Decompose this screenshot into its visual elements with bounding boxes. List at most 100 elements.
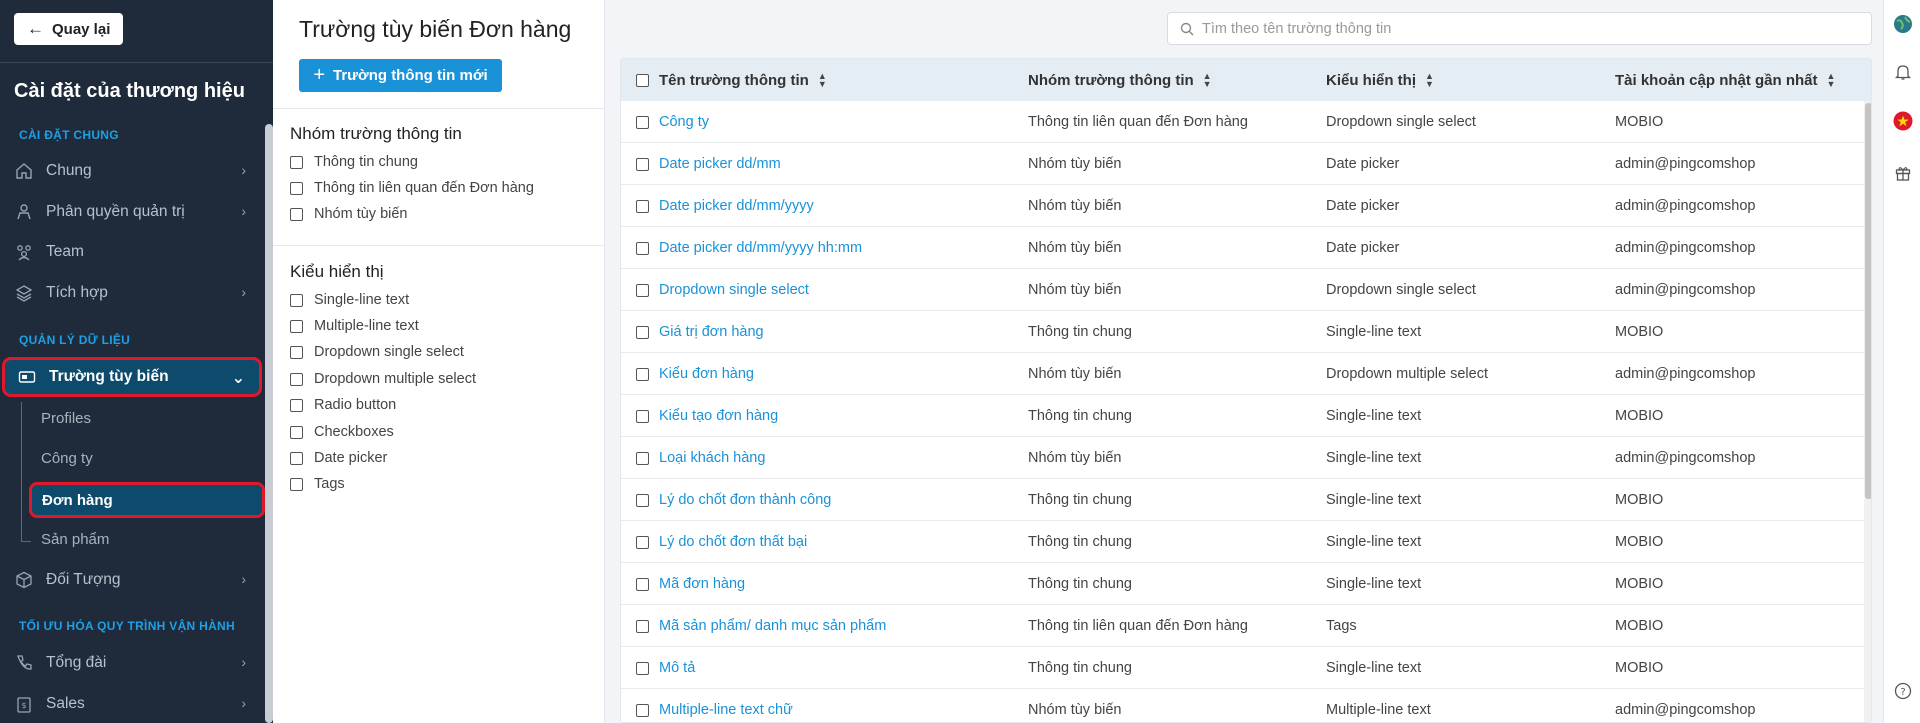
- checkbox[interactable]: [290, 319, 303, 333]
- display-option[interactable]: Dropdown multiple select: [290, 371, 476, 387]
- scrollbar-thumb[interactable]: [1865, 103, 1871, 499]
- row-checkbox[interactable]: [636, 158, 649, 171]
- vietnam-flag-icon[interactable]: [1893, 111, 1913, 131]
- row-checkbox[interactable]: [636, 242, 649, 255]
- checkbox[interactable]: [290, 451, 303, 465]
- table-row[interactable]: Date picker dd/mm/yyyy Nhóm tùy biến Date …: [621, 185, 1864, 227]
- row-checkbox[interactable]: [636, 578, 649, 591]
- sort-icon[interactable]: ▲ ▼: [818, 72, 827, 89]
- row-checkbox[interactable]: [636, 368, 649, 381]
- back-button[interactable]: ← Quay lại: [14, 13, 123, 45]
- field-name-link[interactable]: Date picker dd/mm/yyyy: [659, 185, 814, 227]
- checkbox[interactable]: [290, 425, 303, 439]
- field-name-link[interactable]: Mô tả: [659, 647, 695, 689]
- table-row[interactable]: Multiple-line text chữ Nhóm tùy biến Multi…: [621, 689, 1864, 722]
- sidebar-item-truong-tuy-bien[interactable]: Trường tùy biến ⌄: [2, 357, 262, 397]
- group-option[interactable]: Thông tin liên quan đến Đơn hàng: [290, 180, 534, 196]
- sidebar-subitem-san-pham[interactable]: Sản phẩm: [41, 523, 262, 555]
- row-checkbox[interactable]: [636, 620, 649, 633]
- table-row[interactable]: Mã sản phẩm/ danh mục sản phẩm Thông tin …: [621, 605, 1864, 647]
- row-checkbox[interactable]: [636, 662, 649, 675]
- sidebar-item-team[interactable]: Team: [0, 234, 264, 270]
- new-field-button[interactable]: + Trường thông tin mới: [299, 59, 502, 92]
- row-checkbox[interactable]: [636, 200, 649, 213]
- sidebar-item-sales[interactable]: $ Sales ›: [0, 686, 264, 722]
- row-checkbox[interactable]: [636, 284, 649, 297]
- field-name-link[interactable]: Kiểu tạo đơn hàng: [659, 395, 778, 437]
- globe-icon[interactable]: [1893, 14, 1913, 34]
- row-checkbox[interactable]: [636, 452, 649, 465]
- field-name-link[interactable]: Lý do chốt đơn thất bại: [659, 521, 807, 563]
- field-name-link[interactable]: Công ty: [659, 101, 709, 143]
- field-name-link[interactable]: Dropdown single select: [659, 269, 809, 311]
- row-checkbox[interactable]: [636, 116, 649, 129]
- checkbox[interactable]: [290, 372, 303, 386]
- table-row[interactable]: Dropdown single select Nhóm tùy biến Dropd…: [621, 269, 1864, 311]
- table-row[interactable]: Mã đơn hàng Thông tin chung Single-line te…: [621, 563, 1864, 605]
- column-header-name[interactable]: Tên trường thông tin ▲ ▼: [659, 59, 827, 101]
- field-name-link[interactable]: Mã đơn hàng: [659, 563, 745, 605]
- gift-icon[interactable]: [1893, 163, 1913, 183]
- display-option[interactable]: Radio button: [290, 397, 396, 413]
- sort-icon[interactable]: ▲ ▼: [1425, 72, 1434, 89]
- field-name-link[interactable]: Loại khách hàng: [659, 437, 765, 479]
- column-header-group[interactable]: Nhóm trường thông tin ▲ ▼: [1028, 59, 1212, 101]
- checkbox[interactable]: [290, 207, 303, 221]
- checkbox[interactable]: [290, 477, 303, 491]
- table-row[interactable]: Date picker dd/mm Nhóm tùy biến Date picke…: [621, 143, 1864, 185]
- display-option[interactable]: Date picker: [290, 450, 387, 466]
- checkbox[interactable]: [290, 345, 303, 359]
- field-name-link[interactable]: Multiple-line text chữ: [659, 689, 793, 722]
- bell-icon[interactable]: [1893, 62, 1913, 82]
- search-input[interactable]: Tìm theo tên trường thông tin: [1167, 12, 1872, 45]
- sidebar-scrollbar[interactable]: [265, 124, 273, 723]
- help-icon[interactable]: ?: [1893, 681, 1913, 701]
- field-name-link[interactable]: Date picker dd/mm: [659, 143, 781, 185]
- row-checkbox[interactable]: [636, 536, 649, 549]
- sort-icon[interactable]: ▲ ▼: [1203, 72, 1212, 89]
- checkbox[interactable]: [290, 293, 303, 307]
- sidebar-subitem-don-hang[interactable]: Đơn hàng: [29, 482, 265, 518]
- group-option[interactable]: Nhóm tùy biến: [290, 206, 408, 222]
- display-option[interactable]: Single-line text: [290, 292, 409, 308]
- field-name-link[interactable]: Mã sản phẩm/ danh mục sản phẩm: [659, 605, 886, 647]
- row-checkbox[interactable]: [636, 704, 649, 717]
- row-checkbox[interactable]: [636, 410, 649, 423]
- field-name-link[interactable]: Date picker dd/mm/yyyy hh:mm: [659, 227, 862, 269]
- select-all-checkbox[interactable]: [636, 74, 649, 87]
- row-checkbox[interactable]: [636, 494, 649, 507]
- checkbox[interactable]: [290, 155, 303, 169]
- table-row[interactable]: Lý do chốt đơn thành công Thông tin chung…: [621, 479, 1864, 521]
- sidebar-subitem-cong-ty[interactable]: Công ty: [41, 442, 262, 474]
- sidebar-subitem-profiles[interactable]: Profiles: [41, 402, 262, 434]
- display-option[interactable]: Checkboxes: [290, 424, 394, 440]
- table-row[interactable]: Kiểu đơn hàng Nhóm tùy biến Dropdown multi…: [621, 353, 1864, 395]
- table-scrollbar[interactable]: [1864, 101, 1871, 722]
- sidebar-item-tong-dai[interactable]: Tổng đài ›: [0, 645, 264, 681]
- display-option[interactable]: Multiple-line text: [290, 318, 419, 334]
- sidebar-item-chung[interactable]: Chung ›: [0, 153, 264, 189]
- group-option[interactable]: Thông tin chung: [290, 154, 418, 170]
- display-option[interactable]: Dropdown single select: [290, 344, 464, 360]
- field-name-link[interactable]: Kiểu đơn hàng: [659, 353, 754, 395]
- table-row[interactable]: Kiểu tạo đơn hàng Thông tin chung Single-l…: [621, 395, 1864, 437]
- field-name-link[interactable]: Lý do chốt đơn thành công: [659, 479, 831, 521]
- table-row[interactable]: Giá trị đơn hàng Thông tin chung Single-li…: [621, 311, 1864, 353]
- table-row[interactable]: Công ty Thông tin liên quan đến Đơn hàng D…: [621, 101, 1864, 143]
- table-row[interactable]: Date picker dd/mm/yyyy hh:mm Nhóm tùy biế…: [621, 227, 1864, 269]
- sidebar-item-phan-quyen[interactable]: Phân quyền quản trị ›: [0, 194, 264, 230]
- table-row[interactable]: Loại khách hàng Nhóm tùy biến Single-line …: [621, 437, 1864, 479]
- column-header-account[interactable]: Tài khoản cập nhật gần nhất ▲ ▼: [1615, 59, 1835, 101]
- display-option[interactable]: Tags: [290, 476, 345, 492]
- row-checkbox[interactable]: [636, 326, 649, 339]
- checkbox[interactable]: [290, 398, 303, 412]
- table-row[interactable]: Lý do chốt đơn thất bại Thông tin chung Si…: [621, 521, 1864, 563]
- sidebar-item-tich-hop[interactable]: Tích hợp ›: [0, 275, 264, 311]
- sort-icon[interactable]: ▲ ▼: [1827, 72, 1836, 89]
- checkbox[interactable]: [290, 181, 303, 195]
- sidebar-item-doi-tuong[interactable]: Đối Tượng ›: [0, 562, 264, 598]
- field-name-link[interactable]: Giá trị đơn hàng: [659, 311, 764, 353]
- column-header-display[interactable]: Kiểu hiển thị ▲ ▼: [1326, 59, 1434, 101]
- option-label: Dropdown single select: [314, 344, 464, 360]
- table-row[interactable]: Mô tả Thông tin chung Single-line text MOBI…: [621, 647, 1864, 689]
